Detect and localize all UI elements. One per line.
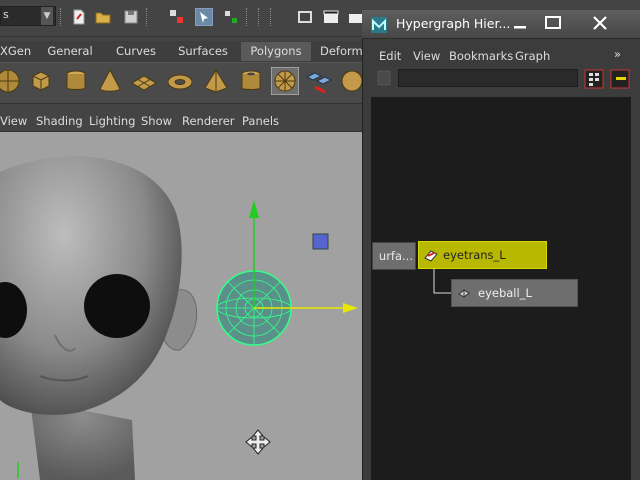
input-output-icon[interactable] — [610, 69, 630, 89]
minimize-button[interactable] — [503, 13, 537, 33]
select-component-icon[interactable] — [222, 8, 240, 26]
select-object-icon[interactable] — [195, 8, 213, 26]
hg-menu-graph[interactable]: Graph — [515, 49, 550, 63]
panel-menu-panels[interactable]: Panels — [242, 111, 279, 131]
shelf-tab-xgen[interactable]: XGen — [0, 42, 31, 61]
poly-separate-icon[interactable] — [305, 67, 333, 95]
poly-pipe-icon[interactable] — [237, 67, 265, 95]
close-button[interactable] — [583, 13, 617, 33]
eyetrans-node-label: eyetrans_L — [443, 248, 506, 262]
poly-cone-icon[interactable] — [96, 67, 124, 95]
menu-overflow-button[interactable]: » — [614, 47, 621, 61]
character-head-model[interactable] — [0, 156, 198, 480]
poly-cylinder-icon[interactable] — [62, 67, 90, 95]
hg-menu-view[interactable]: View — [413, 49, 440, 63]
maximize-button[interactable] — [536, 13, 570, 33]
chevron-down-icon: ▼ — [41, 7, 53, 25]
toolbar-divider — [146, 8, 151, 26]
poly-pyramid-icon[interactable] — [202, 67, 230, 95]
toolbar-grip-icon — [377, 70, 391, 86]
move-cursor-icon — [245, 429, 271, 455]
poly-soccer-ball-icon[interactable] — [271, 67, 299, 95]
surface-node[interactable]: urfa... — [372, 242, 416, 270]
menu-set-value: s — [3, 8, 9, 21]
menu-set-dropdown[interactable]: s ▼ — [0, 6, 56, 26]
scene-hierarchy-icon[interactable] — [584, 69, 604, 89]
panel-menu-show[interactable]: Show — [141, 111, 172, 131]
perspective-viewport[interactable] — [0, 132, 362, 480]
poly-torus-icon[interactable] — [166, 67, 194, 95]
transform-node-icon — [424, 250, 438, 262]
toolbar-divider — [60, 8, 65, 26]
panel-menu-lighting[interactable]: Lighting — [89, 111, 135, 131]
hg-menu-bookmarks[interactable]: Bookmarks — [449, 49, 513, 63]
eyeball-node[interactable]: eyeball_L — [451, 279, 578, 307]
shelf-tab-surfaces[interactable]: Surfaces — [172, 42, 234, 61]
scene-hierarchy-field[interactable] — [398, 69, 578, 87]
shelf-tab-polygons[interactable]: Polygons — [241, 42, 311, 61]
eyeball-node-label: eyeball_L — [478, 286, 532, 300]
panel-menu-shading[interactable]: Shading — [36, 111, 83, 131]
shelf-tab-deform[interactable]: Deform — [320, 42, 364, 61]
toolbar-divider — [246, 8, 251, 26]
new-scene-icon[interactable] — [70, 8, 88, 26]
maximize-icon — [545, 16, 561, 29]
shelf-tab-general[interactable]: General — [40, 42, 100, 61]
render-clapper-icon[interactable] — [322, 8, 340, 26]
panel-menu-view[interactable]: View — [0, 111, 27, 131]
maya-app-icon — [371, 17, 387, 33]
hg-menu-edit[interactable]: Edit — [379, 49, 401, 63]
render-view-icon[interactable] — [296, 8, 314, 26]
hypergraph-title: Hypergraph Hier... — [396, 16, 511, 31]
toolbar-divider — [270, 8, 275, 26]
eyetrans-node[interactable]: eyetrans_L — [418, 241, 547, 269]
surface-node-label: urfa... — [378, 249, 413, 263]
save-scene-icon[interactable] — [122, 8, 140, 26]
minimize-icon — [514, 26, 526, 29]
mesh-node-icon — [458, 289, 470, 298]
close-icon — [593, 16, 607, 30]
panel-menu-renderer[interactable]: Renderer — [182, 111, 235, 131]
poly-plane-icon[interactable] — [130, 67, 158, 95]
shelf-tab-curves[interactable]: Curves — [108, 42, 164, 61]
open-scene-icon[interactable] — [94, 8, 112, 26]
poly-sphere-icon[interactable] — [0, 67, 22, 95]
select-hierarchy-icon[interactable] — [168, 8, 186, 26]
poly-cube-icon[interactable] — [27, 67, 55, 95]
toolbar-divider — [258, 8, 263, 26]
